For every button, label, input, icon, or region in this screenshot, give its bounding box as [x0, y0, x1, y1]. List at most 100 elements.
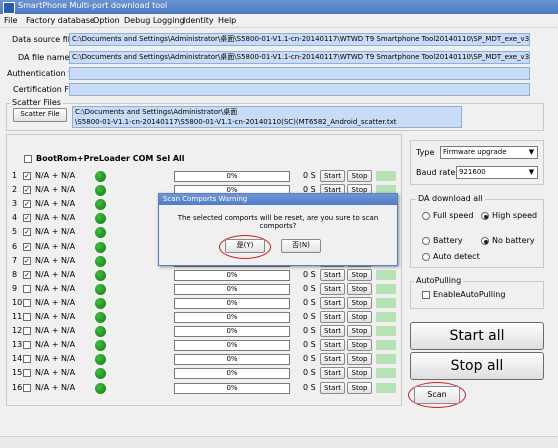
- autopulling-label: AutoPulling: [414, 276, 464, 285]
- port-checkbox[interactable]: [23, 355, 31, 363]
- no-battery-label: No battery: [492, 236, 535, 245]
- status-led-icon: [95, 270, 106, 281]
- port-start-button[interactable]: Start: [320, 297, 345, 309]
- battery-radio[interactable]: [422, 237, 430, 245]
- port-row: 13 N/A + N/A 0% 0 S Start Stop: [0, 339, 400, 352]
- no-button[interactable]: 否(N): [281, 239, 321, 253]
- port-stop-button[interactable]: Stop: [347, 339, 372, 351]
- scatter-path-field[interactable]: C:\Documents and Settings\Administrator\…: [72, 106, 462, 128]
- port-checkbox[interactable]: ✓: [23, 214, 31, 222]
- status-led-icon: [95, 213, 106, 224]
- status-led-icon: [95, 199, 106, 210]
- port-checkbox[interactable]: ✓: [23, 228, 31, 236]
- scatter-path-line1: C:\Documents and Settings\Administrator\…: [75, 108, 238, 116]
- scan-button[interactable]: Scan: [414, 386, 460, 404]
- port-result-cell: [376, 354, 396, 364]
- port-progress: 0%: [174, 354, 290, 365]
- port-start-button[interactable]: Start: [320, 283, 345, 295]
- auth-file-field[interactable]: [69, 67, 530, 80]
- port-label: N/A + N/A: [35, 199, 76, 208]
- port-start-button[interactable]: Start: [320, 353, 345, 365]
- full-speed-label: Full speed: [433, 211, 474, 220]
- port-start-button[interactable]: Start: [320, 382, 345, 394]
- port-start-button[interactable]: Start: [320, 339, 345, 351]
- full-speed-radio[interactable]: [422, 212, 430, 220]
- port-checkbox[interactable]: ✓: [23, 257, 31, 265]
- port-stop-button[interactable]: Stop: [347, 170, 372, 182]
- port-time: 0 S: [303, 270, 316, 279]
- start-all-button[interactable]: Start all: [410, 322, 544, 350]
- port-start-button[interactable]: Start: [320, 325, 345, 337]
- yes-button[interactable]: 是(Y): [225, 239, 265, 253]
- port-checkbox[interactable]: ✓: [23, 186, 31, 194]
- port-number: 5: [12, 227, 18, 236]
- port-time: 0 S: [303, 368, 316, 377]
- menu-help[interactable]: Help: [218, 16, 236, 25]
- port-start-button[interactable]: Start: [320, 367, 345, 379]
- menu-debug-logging[interactable]: Debug Logging: [124, 16, 185, 25]
- port-stop-button[interactable]: Stop: [347, 353, 372, 365]
- menu-identity[interactable]: Identity: [183, 16, 214, 25]
- port-checkbox[interactable]: ✓: [23, 172, 31, 180]
- menu-option[interactable]: Option: [93, 16, 120, 25]
- enable-autopulling-checkbox[interactable]: [422, 291, 430, 299]
- chevron-down-icon: ▼: [528, 168, 535, 176]
- port-row: 12 N/A + N/A 0% 0 S Start Stop: [0, 325, 400, 338]
- port-number: 13: [12, 340, 23, 349]
- port-checkbox[interactable]: ✓: [23, 243, 31, 251]
- port-stop-button[interactable]: Stop: [347, 311, 372, 323]
- port-checkbox[interactable]: [23, 313, 31, 321]
- port-stop-button[interactable]: Stop: [347, 269, 372, 281]
- port-stop-button[interactable]: Stop: [347, 283, 372, 295]
- port-checkbox[interactable]: ✓: [23, 200, 31, 208]
- port-number: 8: [12, 270, 18, 279]
- menu-file[interactable]: File: [4, 16, 17, 25]
- port-progress: 0%: [174, 284, 290, 295]
- scatter-file-button[interactable]: Scatter File: [13, 108, 67, 122]
- port-checkbox[interactable]: [23, 384, 31, 392]
- data-source-field[interactable]: C:\Documents and Settings\Administrator\…: [69, 33, 530, 46]
- auto-detect-radio[interactable]: [422, 253, 430, 261]
- port-stop-button[interactable]: Stop: [347, 367, 372, 379]
- stop-all-button[interactable]: Stop all: [410, 352, 544, 380]
- port-start-button[interactable]: Start: [320, 170, 345, 182]
- port-checkbox[interactable]: [23, 369, 31, 377]
- port-checkbox[interactable]: [23, 341, 31, 349]
- da-file-field[interactable]: C:\Documents and Settings\Administrator\…: [69, 51, 530, 64]
- port-number: 11: [12, 312, 23, 321]
- title-bar: SmartPhone Multi-port download tool: [0, 0, 558, 14]
- port-start-button[interactable]: Start: [320, 269, 345, 281]
- scan-warning-dialog: Scan Comports Warning The selected compo…: [158, 193, 398, 266]
- type-value: Firmware upgrade: [443, 148, 507, 156]
- no-battery-radio[interactable]: [481, 237, 489, 245]
- port-stop-button[interactable]: Stop: [347, 382, 372, 394]
- type-select[interactable]: Firmware upgrade ▼: [440, 146, 538, 159]
- port-label: N/A + N/A: [35, 383, 76, 392]
- port-number: 10: [12, 298, 23, 307]
- status-bar: [0, 436, 558, 448]
- baud-select[interactable]: 921600 ▼: [456, 166, 538, 179]
- port-result-cell: [376, 340, 396, 350]
- port-result-cell: [376, 368, 396, 378]
- port-start-button[interactable]: Start: [320, 311, 345, 323]
- port-result-cell: [376, 383, 396, 393]
- port-row: 8 ✓ N/A + N/A 0% 0 S Start Stop: [0, 269, 400, 282]
- port-number: 3: [12, 199, 18, 208]
- port-checkbox[interactable]: [23, 327, 31, 335]
- port-checkbox[interactable]: [23, 299, 31, 307]
- port-number: 2: [12, 185, 18, 194]
- port-stop-button[interactable]: Stop: [347, 297, 372, 309]
- port-checkbox[interactable]: ✓: [23, 271, 31, 279]
- port-time: 0 S: [303, 340, 316, 349]
- port-stop-button[interactable]: Stop: [347, 325, 372, 337]
- status-led-icon: [95, 256, 106, 267]
- select-all-checkbox[interactable]: [24, 155, 32, 163]
- port-number: 9: [12, 284, 18, 293]
- menu-factory-database[interactable]: Factory database: [26, 16, 95, 25]
- cert-file-field[interactable]: [69, 83, 530, 96]
- enable-autopulling-label: EnableAutoPulling: [433, 290, 506, 299]
- port-checkbox[interactable]: [23, 285, 31, 293]
- port-row: 9 N/A + N/A 0% 0 S Start Stop: [0, 283, 400, 296]
- port-time: 0 S: [303, 284, 316, 293]
- high-speed-radio[interactable]: [481, 212, 489, 220]
